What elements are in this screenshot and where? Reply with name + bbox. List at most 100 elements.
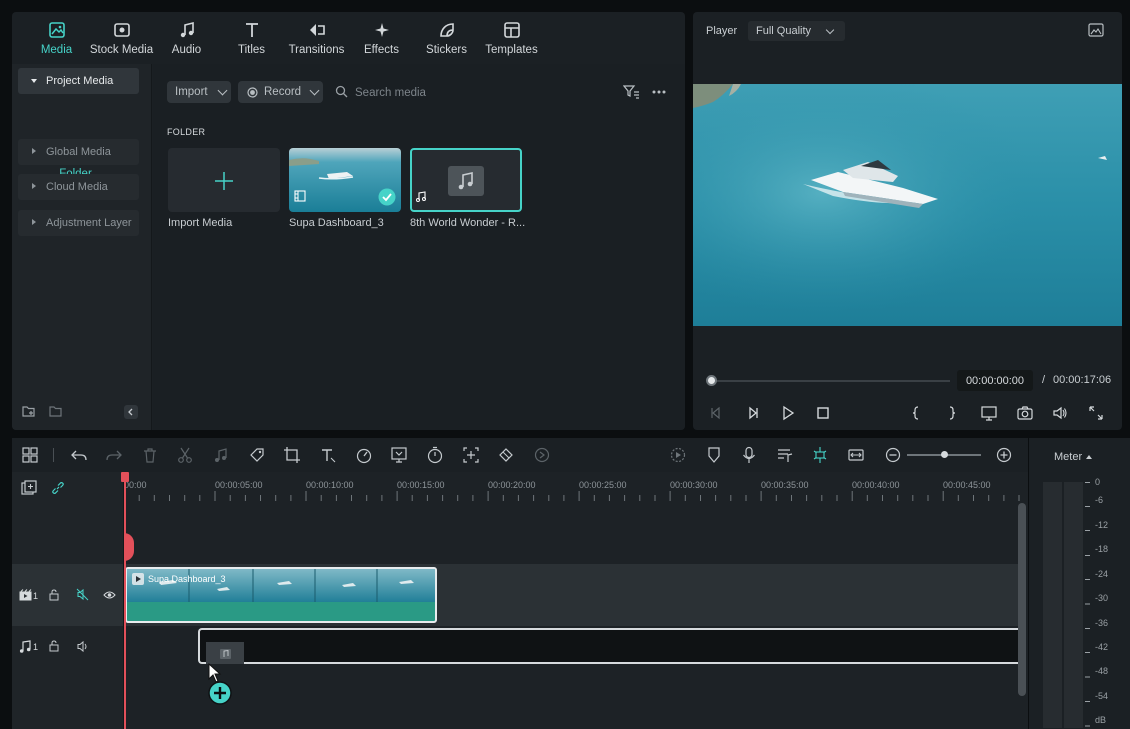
tab-stickers[interactable]: Stickers [414, 12, 479, 64]
media-item-video[interactable] [289, 148, 401, 212]
media-item-audio[interactable] [410, 148, 522, 212]
fit-timeline-icon[interactable] [847, 446, 865, 464]
scissors-icon[interactable] [176, 446, 194, 464]
undo-icon[interactable] [70, 446, 88, 464]
record-dropdown[interactable]: Record [238, 81, 323, 103]
render-preview-icon[interactable] [669, 446, 687, 464]
redo-icon[interactable] [105, 446, 123, 464]
music-note-icon [220, 649, 231, 659]
filter-icon [623, 85, 639, 99]
speed-icon[interactable] [355, 446, 373, 464]
video-track-number: 1 [33, 591, 39, 601]
add-track-icon[interactable] [21, 480, 37, 496]
timer-icon[interactable] [426, 446, 444, 464]
meter-db-label: -54 [1095, 691, 1109, 701]
keyframe-icon[interactable] [497, 446, 515, 464]
dragged-audio-clip[interactable] [206, 642, 244, 664]
tag-icon[interactable] [248, 446, 266, 464]
eye-icon[interactable] [103, 589, 116, 601]
import-dropdown[interactable]: Import [167, 81, 231, 103]
snapshot-settings-button[interactable] [1088, 23, 1104, 38]
audio-mixer-icon[interactable] [776, 446, 794, 464]
playhead-line[interactable] [124, 475, 126, 729]
meter-scale-ticks [1085, 482, 1090, 727]
sidebar-item-adjustment-layer[interactable]: Adjustment Layer [18, 210, 139, 236]
ruler-tick-label: 00:00:40:00 [852, 480, 900, 490]
text-tool-icon[interactable] [319, 446, 337, 464]
folder-button[interactable] [49, 405, 63, 418]
quality-dropdown[interactable]: Full Quality [748, 21, 845, 41]
previous-frame-button[interactable] [708, 405, 724, 421]
display-settings-button[interactable] [981, 405, 997, 421]
tab-audio[interactable]: Audio [154, 12, 219, 64]
import-media-card[interactable] [168, 148, 280, 212]
zoom-slider-handle[interactable] [941, 451, 948, 458]
caret-down-icon [31, 79, 37, 83]
ai-icon[interactable] [533, 446, 551, 464]
track-headers: 1 1 [12, 472, 124, 729]
filter-button[interactable] [623, 84, 640, 99]
music-note-icon [448, 166, 484, 196]
next-frame-button[interactable] [745, 405, 761, 421]
sidebar-item-global-media[interactable]: Global Media [18, 139, 139, 165]
green-screen-icon[interactable] [390, 446, 408, 464]
snapshot-button[interactable] [1017, 405, 1033, 421]
more-options-button[interactable] [652, 90, 666, 94]
crop-icon[interactable] [283, 446, 301, 464]
delete-icon[interactable] [141, 446, 159, 464]
playhead-marker[interactable] [124, 533, 134, 561]
meter-db-label: 0 [1095, 477, 1101, 487]
mark-out-button[interactable] [944, 405, 960, 421]
music-note-small-icon [416, 191, 426, 202]
tab-media[interactable]: Media [24, 12, 89, 64]
caret-right-icon [32, 219, 36, 225]
caret-up-icon [1086, 455, 1093, 459]
new-folder-button[interactable] [22, 405, 36, 418]
playback-scrubber[interactable] [712, 380, 950, 382]
audio-drop-zone[interactable] [198, 628, 1019, 664]
sidebar-item-project-media[interactable]: Project Media [18, 68, 139, 94]
snap-magnet-icon[interactable] [811, 446, 829, 464]
collapse-sidebar-button[interactable] [124, 405, 138, 419]
stop-button[interactable] [815, 405, 831, 421]
shield-icon[interactable] [705, 446, 723, 464]
fullscreen-button[interactable] [1088, 405, 1104, 421]
tab-templates[interactable]: Templates [479, 12, 544, 64]
layout-grid-icon[interactable] [21, 446, 39, 464]
meter-db-label: -36 [1095, 618, 1109, 628]
tab-transitions[interactable]: Transitions [284, 12, 349, 64]
sidebar-item-cloud-media[interactable]: Cloud Media [18, 174, 139, 200]
sidebar-item-label: Adjustment Layer [46, 217, 132, 229]
speaker-icon[interactable] [76, 640, 89, 653]
media-content: Import Record FOLDER Import Media [153, 64, 685, 430]
scrubber-handle[interactable] [706, 375, 717, 386]
volume-button[interactable] [1052, 405, 1068, 421]
lock-icon[interactable] [48, 640, 60, 652]
clip-play-icon [132, 573, 144, 585]
mark-in-button[interactable] [908, 405, 924, 421]
zoom-in-icon[interactable] [995, 446, 1013, 464]
zoom-out-icon[interactable] [884, 446, 902, 464]
playhead-handle[interactable] [121, 472, 129, 482]
motion-track-icon[interactable] [462, 446, 480, 464]
timeline-area: 1 1 00:00 00:00:05:00 00:00:10:00 00:00:15:… [12, 472, 1028, 729]
video-preview[interactable] [693, 84, 1122, 326]
play-button[interactable] [780, 405, 796, 421]
audio-detach-icon[interactable] [212, 446, 230, 464]
meter-dropdown[interactable]: Meter [1054, 451, 1093, 463]
ruler-tick-label: 00:00:15:00 [397, 480, 445, 490]
current-time[interactable]: 00:00:00:00 [957, 370, 1033, 391]
search-input[interactable] [355, 82, 595, 104]
microphone-icon[interactable] [740, 446, 758, 464]
timeline-ruler[interactable]: 00:00 00:00:05:00 00:00:10:00 00:00:15:00 00… [124, 472, 1028, 506]
tab-titles[interactable]: Titles [219, 12, 284, 64]
link-icon[interactable] [50, 480, 66, 496]
timeline-scrollbar[interactable] [1018, 503, 1026, 696]
lock-icon[interactable] [48, 589, 60, 601]
ruler-tick-label: 00:00:20:00 [488, 480, 536, 490]
audio-muted-icon[interactable] [76, 588, 89, 601]
video-clip[interactable]: Supa Dashboard_3 [125, 567, 437, 623]
audio-track-header: 1 [12, 632, 123, 662]
tab-effects[interactable]: Effects [349, 12, 414, 64]
tab-stock-media[interactable]: Stock Media [89, 12, 154, 64]
